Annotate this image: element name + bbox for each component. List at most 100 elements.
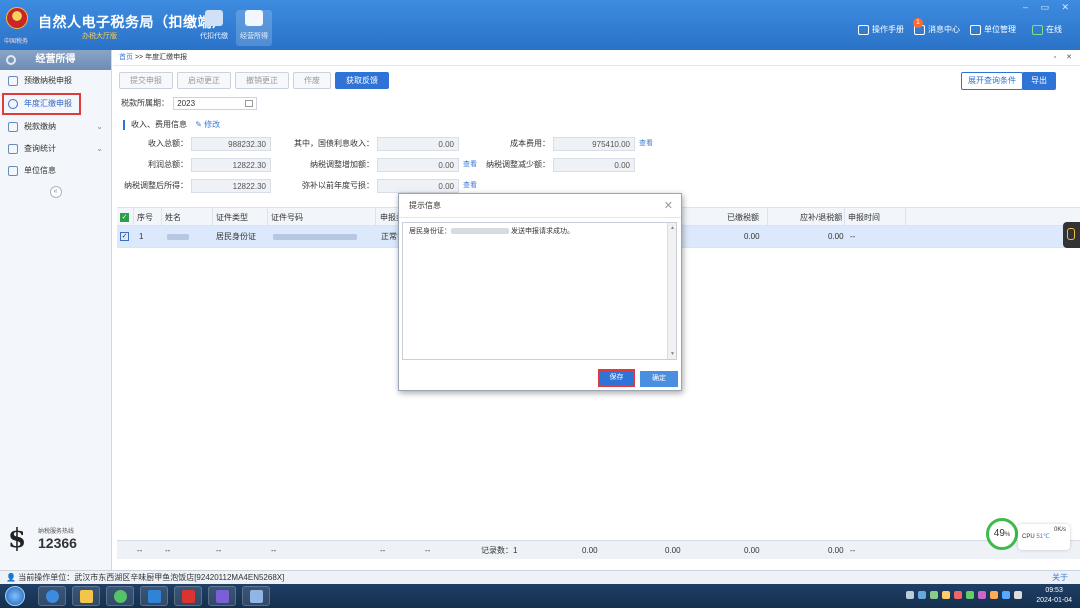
- taskbar-ie[interactable]: [38, 586, 66, 606]
- coin-icon: [8, 99, 18, 109]
- tax-emblem-icon: [6, 7, 28, 29]
- row-paid: 0.00: [744, 232, 760, 241]
- hotline-label: 纳税服务热线: [38, 529, 75, 535]
- expand-query-button[interactable]: 展开查询条件: [961, 72, 1023, 90]
- business-income-icon: [245, 10, 263, 26]
- sidebar-item-unit-info[interactable]: 单位信息: [0, 160, 111, 182]
- row-name-redacted: [167, 226, 189, 247]
- start-correction-button[interactable]: 启动更正: [177, 72, 231, 89]
- system-clock[interactable]: 09:53 2024-01-04: [1036, 586, 1072, 606]
- row-checkbox[interactable]: ✓: [120, 232, 129, 242]
- side-float-tab[interactable]: [1063, 222, 1080, 248]
- unit-management-link[interactable]: 单位管理: [970, 24, 1016, 35]
- breadcrumb-home[interactable]: 首页: [119, 54, 133, 61]
- cancel-correction-button[interactable]: 撤销更正: [235, 72, 289, 89]
- scroll-down-icon[interactable]: ▼: [670, 351, 675, 357]
- about-link[interactable]: 关于: [1052, 571, 1068, 584]
- profit-total-field: 利润总额： 12822.30: [148, 158, 271, 172]
- window-controls[interactable]: – ▭ ✕: [1023, 2, 1074, 13]
- export-button[interactable]: 导出: [1022, 72, 1056, 90]
- taskbar-app6[interactable]: [208, 586, 236, 606]
- user-icon: 👤: [6, 573, 16, 582]
- loss-offset-field: 弥补以前年度亏损： 0.00 查看: [302, 179, 477, 193]
- sidebar-item-prepaid-declaration[interactable]: 预缴纳税申报: [0, 70, 111, 92]
- scroll-up-icon[interactable]: ▲: [670, 225, 675, 231]
- income-total-field: 收入总额： 988232.30: [148, 137, 271, 151]
- section-title: 收入、费用信息: [131, 120, 187, 129]
- calendar-icon[interactable]: [245, 100, 254, 107]
- row-index: 1: [139, 232, 144, 241]
- edit-link[interactable]: ✎ 修改: [195, 120, 220, 129]
- tax-period: 税款所属期： 2023: [121, 97, 258, 110]
- hotline-logo-icon: $: [8, 524, 27, 554]
- taskbar-app4[interactable]: [140, 586, 168, 606]
- loss-offset-view-link[interactable]: 查看: [459, 179, 477, 193]
- os-taskbar: 09:53 2024-01-04: [0, 584, 1080, 608]
- bond-interest-field: 其中，国债利息收入： 0.00: [294, 137, 459, 151]
- table-footer: -- -- -- -- -- -- 记录数：1 0.00 0.00 0.00 0…: [117, 540, 1080, 559]
- app-header: 中国税务 自然人电子税务局（扣缴端） 办税大厅版 代扣代缴 经营所得 操作手册 …: [0, 0, 1080, 50]
- payment-icon: [8, 122, 18, 132]
- get-feedback-button[interactable]: 获取反馈: [335, 72, 389, 89]
- row-id-type: 居民身份证: [216, 232, 256, 241]
- row-id-number-redacted: [273, 226, 357, 247]
- void-button[interactable]: 作废: [293, 72, 331, 89]
- module-withholding[interactable]: 代扣代缴: [196, 10, 232, 46]
- status-bar: 👤 当前操作单位：武汉市东西湖区辛味厨甲鱼泡饭店[92420112MA4EN52…: [0, 570, 1080, 584]
- hotline: $ 纳税服务热线 12366: [8, 522, 108, 558]
- col-paid: 已缴税额: [727, 213, 759, 222]
- building-icon: [970, 24, 981, 35]
- manual-icon: [858, 24, 869, 35]
- cpu-widget[interactable]: 0K/s CPU 51℃: [1018, 524, 1070, 550]
- taskbar-wps[interactable]: [174, 586, 202, 606]
- adjust-increase-field: 纳税调整增加额： 0.00 查看: [310, 158, 477, 172]
- taskbar-app3[interactable]: [106, 586, 134, 606]
- info-dialog: 提示信息 ✕ 居民身份证： 发送申报请求成功。 ▲ ▼ 保存 确定: [398, 193, 682, 391]
- record-count: 记录数：1: [481, 546, 518, 555]
- col-refund: 应补/退税额: [800, 213, 843, 222]
- row-time: --: [850, 232, 856, 241]
- sidebar-item-query-stats[interactable]: 查询统计 ⌄: [0, 138, 111, 160]
- taskbar-explorer[interactable]: [72, 586, 100, 606]
- taskbar-app7[interactable]: [242, 586, 270, 606]
- chevron-down-icon: ⌄: [96, 144, 103, 153]
- module-business-income[interactable]: 经营所得: [236, 10, 272, 46]
- adjusted-income-field: 纳税调整后所得： 12822.30: [124, 179, 271, 193]
- adjust-decrease-field: 纳税调整减少额： 0.00: [486, 158, 635, 172]
- clipboard-icon: [1067, 228, 1075, 240]
- system-tray[interactable]: [906, 591, 1022, 599]
- dialog-title: 提示信息 ✕: [399, 194, 681, 218]
- col-index: 序号: [137, 213, 153, 222]
- submit-declaration-button[interactable]: 提交申报: [119, 72, 173, 89]
- sidebar-item-annual-settlement[interactable]: 年度汇缴申报: [2, 93, 81, 115]
- manual-link[interactable]: 操作手册: [858, 24, 904, 35]
- dialog-save-button[interactable]: 保存: [598, 369, 635, 387]
- list-icon: [8, 166, 18, 176]
- select-all-checkbox[interactable]: ✓: [120, 213, 129, 223]
- gear-icon: [6, 55, 16, 65]
- message-center-link[interactable]: 1 消息中心: [913, 17, 960, 35]
- module-business-income-label: 经营所得: [240, 33, 268, 40]
- row-refund: 0.00: [828, 232, 844, 241]
- online-icon: [1032, 24, 1043, 35]
- tax-period-input[interactable]: 2023: [173, 97, 258, 110]
- app-subtitle: 办税大厅版: [82, 33, 117, 40]
- module-withholding-label: 代扣代缴: [200, 33, 228, 40]
- online-status[interactable]: 在线: [1032, 24, 1062, 35]
- section-header: 收入、费用信息 ✎ 修改: [123, 119, 220, 130]
- chevron-down-icon: ⌄: [96, 122, 103, 131]
- close-icon[interactable]: ✕: [664, 194, 673, 218]
- sidebar-collapse-button[interactable]: «: [49, 186, 62, 198]
- dialog-ok-button[interactable]: 确定: [640, 371, 678, 387]
- sidebar-item-tax-payment[interactable]: 税款缴纳 ⌄: [0, 116, 111, 138]
- sidebar: 经营所得 预缴纳税申报 年度汇缴申报 税款缴纳 ⌄ 查询统计 ⌄ 单位信息 « $ …: [0, 50, 112, 570]
- dialog-message-area[interactable]: 居民身份证： 发送申报请求成功。 ▲ ▼: [402, 222, 677, 360]
- memory-gauge[interactable]: 49%: [986, 518, 1018, 550]
- dialog-scrollbar[interactable]: ▲ ▼: [667, 223, 676, 359]
- adjust-increase-view-link[interactable]: 查看: [459, 158, 477, 172]
- start-button[interactable]: [5, 586, 25, 606]
- cost-view-link[interactable]: 查看: [635, 137, 653, 151]
- tab-controls[interactable]: ▫ ✕: [1054, 50, 1076, 66]
- message-icon: 1: [913, 17, 925, 35]
- message-badge: 1: [913, 17, 923, 28]
